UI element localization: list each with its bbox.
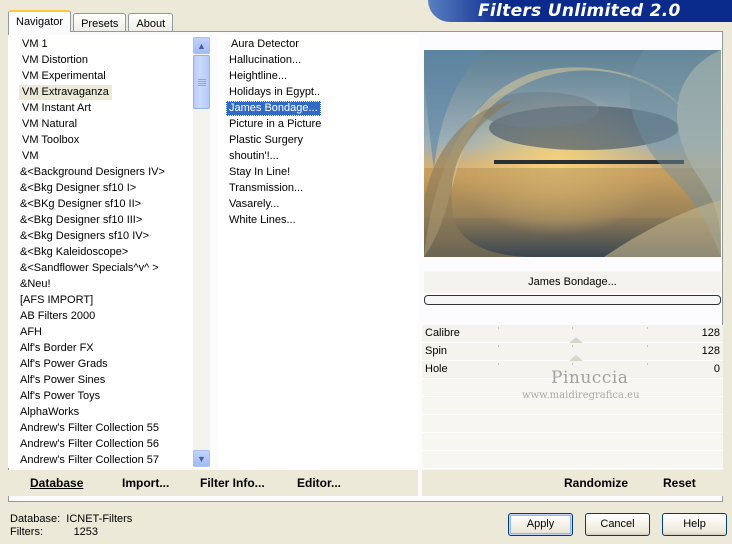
parameter-panel: Calibre 128 Spin 128 Hole 0	[422, 325, 723, 487]
category-item[interactable]: AlphaWorks	[17, 405, 82, 420]
param-label: Hole	[425, 363, 448, 375]
category-item[interactable]: &Neu!	[17, 277, 54, 292]
filter-item[interactable]: James Bondage...	[226, 101, 321, 116]
category-item[interactable]: VM Distortion	[19, 53, 91, 68]
filter-item[interactable]: Holidays in Egypt..	[226, 85, 323, 100]
empty-param-row	[422, 433, 723, 451]
category-list[interactable]: VM 1 VM Distortion VM Experimental VM Extra…	[8, 35, 210, 468]
watermark-url: www.maidiregrafica.eu	[522, 390, 640, 401]
category-item[interactable]: Andrew's Filter Collection 57	[17, 453, 162, 468]
chevron-down-icon: ▼	[197, 453, 206, 464]
category-item[interactable]: VM 1	[19, 37, 51, 52]
import-button[interactable]: Import...	[122, 476, 169, 490]
category-item[interactable]: VM Natural	[19, 117, 80, 132]
category-item[interactable]: VM Instant Art	[19, 101, 94, 116]
watermark-name: Pinuccia	[551, 368, 629, 388]
filter-item[interactable]: shoutin'!...	[226, 149, 282, 164]
category-item[interactable]: &<Sandflower Specials^v^ >	[17, 261, 162, 276]
empty-param-row	[422, 451, 723, 469]
tab-about[interactable]: About	[128, 13, 174, 32]
scroll-up-button[interactable]: ▲	[193, 37, 210, 54]
filter-item[interactable]: Picture in a Picture	[226, 117, 324, 132]
category-item[interactable]: Andrew's Filter Collection 55	[17, 421, 162, 436]
category-item[interactable]: AB Filters 2000	[17, 309, 98, 324]
filter-item[interactable]: Stay In Line!	[226, 165, 293, 180]
scroll-thumb[interactable]	[193, 55, 210, 109]
category-item[interactable]: &<Bkg Designers sf10 IV>	[17, 229, 152, 244]
editor-button[interactable]: Editor...	[297, 476, 341, 490]
scroll-down-button[interactable]: ▼	[193, 450, 210, 467]
category-item[interactable]: VM Experimental	[19, 69, 109, 84]
param-row-spin[interactable]: Spin 128	[422, 343, 723, 362]
category-item[interactable]: Alf's Power Toys	[17, 389, 103, 404]
category-item[interactable]: VM Toolbox	[19, 133, 82, 148]
category-item[interactable]: &<Bkg Designer sf10 III>	[17, 213, 145, 228]
category-item[interactable]: VM	[19, 149, 42, 164]
param-value: 128	[701, 345, 720, 357]
category-scrollbar[interactable]: ▲ ▼	[193, 37, 210, 467]
param-value: 0	[713, 363, 720, 375]
category-item[interactable]: &<Bkg Kaleidoscope>	[17, 245, 131, 260]
cancel-button[interactable]: Cancel	[585, 513, 650, 536]
filter-item[interactable]: Transmission...	[226, 181, 306, 196]
filter-item[interactable]: Plastic Surgery	[226, 133, 306, 148]
filter-item[interactable]: Hallucination...	[226, 53, 304, 68]
chevron-up-icon: ▲	[197, 40, 206, 51]
tab-bar: Navigator Presets About	[8, 10, 175, 32]
reset-button[interactable]: Reset	[663, 476, 696, 490]
apply-button[interactable]: Apply	[508, 513, 573, 536]
tab-navigator[interactable]: Navigator	[8, 10, 72, 32]
status-database: Database: ICNET-Filters	[10, 513, 133, 525]
help-button[interactable]: Help	[662, 513, 727, 536]
tab-presets[interactable]: Presets	[73, 13, 127, 32]
category-item[interactable]: AFH	[17, 325, 45, 340]
category-item[interactable]: &<Bkg Designer sf10 I>	[17, 181, 139, 196]
category-item[interactable]: Alf's Border FX	[17, 341, 97, 356]
filter-item[interactable]: Aura Detector	[228, 37, 302, 52]
category-item[interactable]: [AFS IMPORT]	[17, 293, 96, 308]
category-item[interactable]: Alf's Power Grads	[17, 357, 111, 372]
app-title-banner: Filters Unlimited 2.0	[428, 0, 732, 22]
param-row-calibre[interactable]: Calibre 128	[422, 325, 723, 344]
randomize-button[interactable]: Randomize	[564, 476, 628, 490]
current-filter-name: James Bondage...	[424, 271, 721, 293]
category-item[interactable]: VM Extravaganza	[19, 85, 112, 100]
status-filters: Filters: 1253	[10, 526, 99, 538]
empty-param-row	[422, 415, 723, 433]
param-label: Calibre	[425, 327, 460, 339]
category-item[interactable]: &<BKg Designer sf10 II>	[17, 197, 144, 212]
navigator-action-bar: Database Import... Filter Info... Editor…	[8, 470, 418, 496]
filter-item[interactable]: Vasarely...	[226, 197, 282, 212]
param-value: 128	[701, 327, 720, 339]
param-label: Spin	[425, 345, 448, 357]
database-button[interactable]: Database	[30, 476, 83, 490]
filter-info-button[interactable]: Filter Info...	[200, 476, 265, 490]
category-item[interactable]: Andrew's Filter Collection 56	[17, 437, 162, 452]
preview-action-bar: Randomize Reset	[422, 470, 723, 496]
category-item[interactable]: &<Background Designers IV>	[17, 165, 168, 180]
filter-item[interactable]: Heightline...	[226, 69, 290, 84]
category-item[interactable]: Alf's Power Sines	[17, 373, 108, 388]
filter-item[interactable]: White Lines...	[226, 213, 299, 228]
progress-bar	[424, 295, 721, 305]
filter-list[interactable]: Aura Detector Hallucination... Heightline.…	[218, 35, 418, 468]
preview-image	[424, 50, 721, 257]
